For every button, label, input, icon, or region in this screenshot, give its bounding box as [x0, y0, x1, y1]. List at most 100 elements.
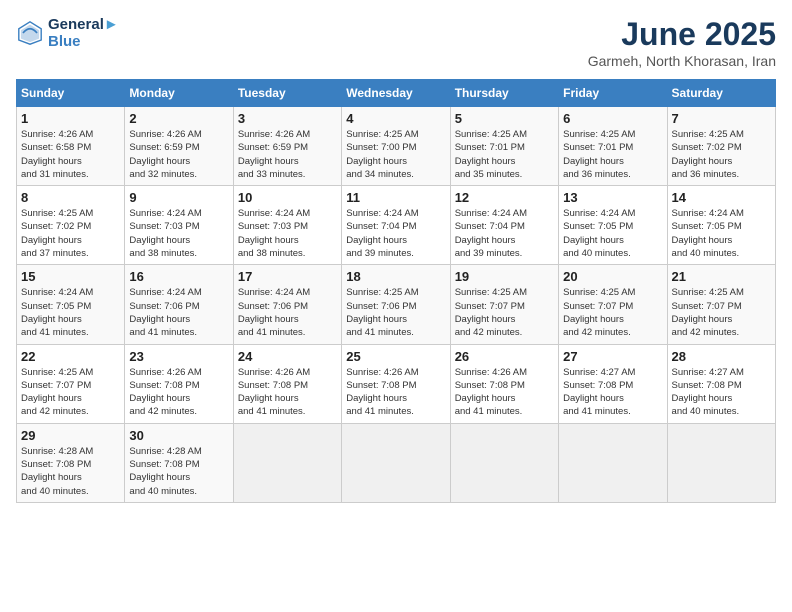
calendar-cell: 16 Sunrise: 4:24 AM Sunset: 7:06 PM Dayl…	[125, 265, 233, 344]
calendar-cell: 30 Sunrise: 4:28 AM Sunset: 7:08 PM Dayl…	[125, 423, 233, 502]
calendar-cell: 4 Sunrise: 4:25 AM Sunset: 7:00 PM Dayli…	[342, 107, 450, 186]
calendar-cell: 7 Sunrise: 4:25 AM Sunset: 7:02 PM Dayli…	[667, 107, 775, 186]
location-subtitle: Garmeh, North Khorasan, Iran	[588, 53, 776, 69]
day-number: 17	[238, 269, 337, 284]
calendar-cell: 28 Sunrise: 4:27 AM Sunset: 7:08 PM Dayl…	[667, 344, 775, 423]
cell-details: Sunrise: 4:26 AM Sunset: 7:08 PM Dayligh…	[129, 366, 228, 419]
calendar-week-row: 15 Sunrise: 4:24 AM Sunset: 7:05 PM Dayl…	[17, 265, 776, 344]
calendar-cell: 15 Sunrise: 4:24 AM Sunset: 7:05 PM Dayl…	[17, 265, 125, 344]
day-number: 15	[21, 269, 120, 284]
day-header-monday: Monday	[125, 80, 233, 107]
day-number: 3	[238, 111, 337, 126]
day-number: 29	[21, 428, 120, 443]
calendar-week-row: 29 Sunrise: 4:28 AM Sunset: 7:08 PM Dayl…	[17, 423, 776, 502]
calendar-week-row: 22 Sunrise: 4:25 AM Sunset: 7:07 PM Dayl…	[17, 344, 776, 423]
cell-details: Sunrise: 4:26 AM Sunset: 7:08 PM Dayligh…	[455, 366, 554, 419]
day-number: 24	[238, 349, 337, 364]
calendar-week-row: 1 Sunrise: 4:26 AM Sunset: 6:58 PM Dayli…	[17, 107, 776, 186]
day-number: 7	[672, 111, 771, 126]
calendar-cell: 19 Sunrise: 4:25 AM Sunset: 7:07 PM Dayl…	[450, 265, 558, 344]
calendar-cell: 2 Sunrise: 4:26 AM Sunset: 6:59 PM Dayli…	[125, 107, 233, 186]
day-number: 18	[346, 269, 445, 284]
day-number: 26	[455, 349, 554, 364]
calendar-cell: 1 Sunrise: 4:26 AM Sunset: 6:58 PM Dayli…	[17, 107, 125, 186]
cell-details: Sunrise: 4:25 AM Sunset: 7:07 PM Dayligh…	[455, 286, 554, 339]
calendar-cell: 8 Sunrise: 4:25 AM Sunset: 7:02 PM Dayli…	[17, 186, 125, 265]
cell-details: Sunrise: 4:25 AM Sunset: 7:00 PM Dayligh…	[346, 128, 445, 181]
cell-details: Sunrise: 4:25 AM Sunset: 7:06 PM Dayligh…	[346, 286, 445, 339]
month-title: June 2025	[588, 16, 776, 53]
cell-details: Sunrise: 4:24 AM Sunset: 7:05 PM Dayligh…	[672, 207, 771, 260]
cell-details: Sunrise: 4:24 AM Sunset: 7:04 PM Dayligh…	[346, 207, 445, 260]
day-number: 5	[455, 111, 554, 126]
cell-details: Sunrise: 4:25 AM Sunset: 7:01 PM Dayligh…	[455, 128, 554, 181]
cell-details: Sunrise: 4:26 AM Sunset: 6:59 PM Dayligh…	[129, 128, 228, 181]
calendar-cell	[342, 423, 450, 502]
logo: General► Blue	[16, 16, 119, 50]
calendar-cell: 17 Sunrise: 4:24 AM Sunset: 7:06 PM Dayl…	[233, 265, 341, 344]
cell-details: Sunrise: 4:26 AM Sunset: 6:58 PM Dayligh…	[21, 128, 120, 181]
calendar-cell	[559, 423, 667, 502]
calendar-cell: 27 Sunrise: 4:27 AM Sunset: 7:08 PM Dayl…	[559, 344, 667, 423]
cell-details: Sunrise: 4:25 AM Sunset: 7:02 PM Dayligh…	[672, 128, 771, 181]
calendar-cell: 6 Sunrise: 4:25 AM Sunset: 7:01 PM Dayli…	[559, 107, 667, 186]
cell-details: Sunrise: 4:25 AM Sunset: 7:02 PM Dayligh…	[21, 207, 120, 260]
calendar-cell: 20 Sunrise: 4:25 AM Sunset: 7:07 PM Dayl…	[559, 265, 667, 344]
cell-details: Sunrise: 4:24 AM Sunset: 7:04 PM Dayligh…	[455, 207, 554, 260]
calendar-cell: 24 Sunrise: 4:26 AM Sunset: 7:08 PM Dayl…	[233, 344, 341, 423]
cell-details: Sunrise: 4:26 AM Sunset: 6:59 PM Dayligh…	[238, 128, 337, 181]
day-header-thursday: Thursday	[450, 80, 558, 107]
calendar-cell: 9 Sunrise: 4:24 AM Sunset: 7:03 PM Dayli…	[125, 186, 233, 265]
day-number: 4	[346, 111, 445, 126]
calendar-cell: 3 Sunrise: 4:26 AM Sunset: 6:59 PM Dayli…	[233, 107, 341, 186]
day-header-saturday: Saturday	[667, 80, 775, 107]
calendar-cell: 26 Sunrise: 4:26 AM Sunset: 7:08 PM Dayl…	[450, 344, 558, 423]
cell-details: Sunrise: 4:25 AM Sunset: 7:07 PM Dayligh…	[672, 286, 771, 339]
cell-details: Sunrise: 4:25 AM Sunset: 7:07 PM Dayligh…	[563, 286, 662, 339]
day-header-wednesday: Wednesday	[342, 80, 450, 107]
day-number: 10	[238, 190, 337, 205]
day-number: 8	[21, 190, 120, 205]
calendar-cell: 10 Sunrise: 4:24 AM Sunset: 7:03 PM Dayl…	[233, 186, 341, 265]
cell-details: Sunrise: 4:28 AM Sunset: 7:08 PM Dayligh…	[129, 445, 228, 498]
day-header-friday: Friday	[559, 80, 667, 107]
day-header-sunday: Sunday	[17, 80, 125, 107]
day-number: 12	[455, 190, 554, 205]
day-number: 28	[672, 349, 771, 364]
day-number: 16	[129, 269, 228, 284]
calendar-cell: 12 Sunrise: 4:24 AM Sunset: 7:04 PM Dayl…	[450, 186, 558, 265]
calendar-table: SundayMondayTuesdayWednesdayThursdayFrid…	[16, 79, 776, 503]
day-number: 20	[563, 269, 662, 284]
cell-details: Sunrise: 4:24 AM Sunset: 7:05 PM Dayligh…	[21, 286, 120, 339]
day-number: 6	[563, 111, 662, 126]
cell-details: Sunrise: 4:24 AM Sunset: 7:03 PM Dayligh…	[238, 207, 337, 260]
day-number: 14	[672, 190, 771, 205]
day-number: 11	[346, 190, 445, 205]
day-number: 13	[563, 190, 662, 205]
cell-details: Sunrise: 4:28 AM Sunset: 7:08 PM Dayligh…	[21, 445, 120, 498]
day-number: 2	[129, 111, 228, 126]
cell-details: Sunrise: 4:26 AM Sunset: 7:08 PM Dayligh…	[238, 366, 337, 419]
logo-icon	[16, 19, 44, 47]
day-number: 9	[129, 190, 228, 205]
cell-details: Sunrise: 4:25 AM Sunset: 7:07 PM Dayligh…	[21, 366, 120, 419]
calendar-week-row: 8 Sunrise: 4:25 AM Sunset: 7:02 PM Dayli…	[17, 186, 776, 265]
logo-text: General► Blue	[48, 16, 119, 50]
calendar-cell: 22 Sunrise: 4:25 AM Sunset: 7:07 PM Dayl…	[17, 344, 125, 423]
calendar-cell	[667, 423, 775, 502]
cell-details: Sunrise: 4:24 AM Sunset: 7:06 PM Dayligh…	[238, 286, 337, 339]
calendar-cell: 23 Sunrise: 4:26 AM Sunset: 7:08 PM Dayl…	[125, 344, 233, 423]
title-area: June 2025 Garmeh, North Khorasan, Iran	[588, 16, 776, 69]
day-number: 30	[129, 428, 228, 443]
calendar-cell: 13 Sunrise: 4:24 AM Sunset: 7:05 PM Dayl…	[559, 186, 667, 265]
header-row: SundayMondayTuesdayWednesdayThursdayFrid…	[17, 80, 776, 107]
calendar-cell: 29 Sunrise: 4:28 AM Sunset: 7:08 PM Dayl…	[17, 423, 125, 502]
day-number: 25	[346, 349, 445, 364]
day-number: 22	[21, 349, 120, 364]
day-number: 23	[129, 349, 228, 364]
calendar-cell: 18 Sunrise: 4:25 AM Sunset: 7:06 PM Dayl…	[342, 265, 450, 344]
calendar-cell: 21 Sunrise: 4:25 AM Sunset: 7:07 PM Dayl…	[667, 265, 775, 344]
day-header-tuesday: Tuesday	[233, 80, 341, 107]
calendar-cell: 11 Sunrise: 4:24 AM Sunset: 7:04 PM Dayl…	[342, 186, 450, 265]
cell-details: Sunrise: 4:24 AM Sunset: 7:06 PM Dayligh…	[129, 286, 228, 339]
